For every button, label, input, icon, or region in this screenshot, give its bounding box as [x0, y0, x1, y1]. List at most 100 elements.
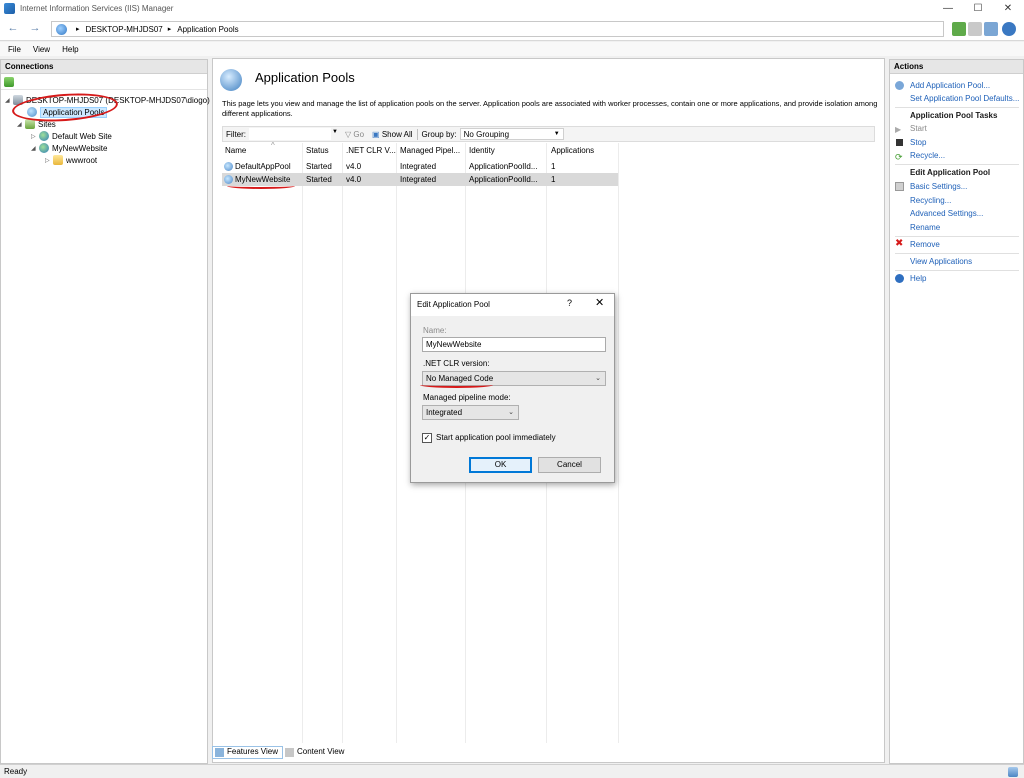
- chevron-down-icon: ⌄: [595, 375, 601, 382]
- menu-view[interactable]: View: [33, 45, 50, 54]
- disconnect-icon[interactable]: [968, 22, 982, 36]
- cancel-button[interactable]: Cancel: [538, 457, 601, 473]
- connections-toolbar: [1, 74, 207, 90]
- recycle-link[interactable]: ⟳ Recycle...: [890, 150, 1024, 162]
- help-dropdown-icon[interactable]: [1002, 22, 1016, 36]
- view-tabs: Features View Content View: [212, 745, 348, 759]
- collapse-arrow-icon[interactable]: ◢: [31, 145, 39, 152]
- help-link[interactable]: Help: [890, 273, 1024, 285]
- name-field[interactable]: MyNewWebsite: [422, 337, 606, 352]
- dropdown-arrow-icon[interactable]: ▼: [332, 129, 338, 135]
- table-row[interactable]: DefaultAppPool Started v4.0 Integrated A…: [222, 160, 618, 173]
- collapse-arrow-icon[interactable]: ◢: [5, 97, 13, 104]
- column-header-clr[interactable]: .NET CLR V...: [346, 143, 396, 159]
- set-defaults-link[interactable]: Set Application Pool Defaults...: [890, 93, 1024, 105]
- website-icon: [39, 143, 49, 153]
- group-by-select[interactable]: No Grouping ▼: [459, 128, 564, 140]
- show-all-icon: ▣: [372, 129, 382, 139]
- start-immediately-checkbox[interactable]: ✓: [422, 433, 432, 443]
- help-icon: [895, 274, 904, 283]
- add-app-pool-link[interactable]: Add Application Pool...: [890, 80, 1024, 92]
- content-view-icon: [285, 747, 294, 757]
- filter-bar: Filter: ▼ ▽ Go ▣ Show All Group by: No G…: [222, 126, 875, 142]
- dialog-title-bar: Edit Application Pool ? ✕: [411, 294, 614, 316]
- menu-help[interactable]: Help: [62, 45, 78, 54]
- remove-link[interactable]: ✖ Remove: [890, 238, 1024, 251]
- advanced-settings-link[interactable]: Advanced Settings...: [890, 208, 1024, 220]
- minimize-button[interactable]: —: [934, 0, 962, 17]
- globe-icon: [56, 23, 67, 35]
- back-button[interactable]: ←: [5, 21, 21, 37]
- pipeline-mode-label: Managed pipeline mode:: [423, 393, 511, 402]
- group-by-label: Group by:: [421, 129, 457, 139]
- expand-arrow-icon[interactable]: ▷: [45, 157, 53, 164]
- annotation-underline: [420, 382, 493, 388]
- column-header-identity[interactable]: Identity: [469, 143, 495, 159]
- stop-icon: [896, 139, 903, 146]
- collapse-arrow-icon[interactable]: ◢: [17, 121, 25, 128]
- dialog-close-button[interactable]: ✕: [595, 296, 604, 309]
- stop-link[interactable]: Stop: [890, 137, 1024, 149]
- settings-icon: [895, 182, 904, 191]
- address-bar: ← → ▸ DESKTOP-MHJDS07 ▸ Application Pool…: [0, 17, 1024, 41]
- sort-ascending-icon: ^: [271, 141, 275, 150]
- window-title: Internet Information Services (IIS) Mana…: [20, 4, 174, 13]
- dialog-title: Edit Application Pool: [417, 300, 490, 309]
- app-pool-tasks-heading: Application Pool Tasks: [910, 111, 998, 120]
- connections-panel: Connections ◢ DESKTOP-MHJDS07 (DESKTOP-M…: [0, 59, 210, 764]
- column-header-status[interactable]: Status: [306, 143, 329, 159]
- breadcrumb[interactable]: ▸ DESKTOP-MHJDS07 ▸ Application Pools: [51, 21, 944, 37]
- recycle-icon: ⟳: [895, 152, 903, 162]
- close-button[interactable]: ✕: [994, 0, 1022, 17]
- tab-content-view[interactable]: Content View: [283, 746, 348, 759]
- dialog-help-button[interactable]: ?: [567, 298, 572, 308]
- breadcrumb-app-pools[interactable]: Application Pools: [177, 25, 238, 34]
- app-pool-icon: [224, 162, 233, 172]
- app-pools-icon: [220, 69, 242, 91]
- column-header-name[interactable]: Name ^: [225, 141, 275, 159]
- view-applications-link[interactable]: View Applications: [890, 256, 1024, 268]
- column-header-pipeline[interactable]: Managed Pipel...: [400, 143, 460, 159]
- column-header-applications[interactable]: Applications: [551, 143, 594, 159]
- name-label: Name:: [423, 326, 447, 335]
- forward-button[interactable]: →: [27, 21, 43, 37]
- tree-my-new-website[interactable]: ◢ MyNewWebsite: [31, 142, 107, 154]
- show-all-button[interactable]: ▣ Show All: [372, 130, 412, 139]
- breadcrumb-separator-icon: ▸: [167, 26, 172, 33]
- expand-arrow-icon[interactable]: ▷: [31, 133, 39, 140]
- start-immediately-label: Start application pool immediately: [436, 433, 556, 442]
- new-connection-icon[interactable]: [4, 77, 14, 87]
- maximize-button[interactable]: ☐: [964, 0, 992, 17]
- pipeline-mode-select[interactable]: Integrated ⌄: [422, 405, 519, 420]
- status-icon: [1008, 767, 1018, 777]
- status-bar: Ready: [0, 764, 1024, 778]
- tree-default-web-site[interactable]: ▷ Default Web Site: [31, 130, 112, 142]
- page-title: Application Pools: [255, 70, 355, 85]
- actions-panel: Actions Add Application Pool... Set Appl…: [889, 59, 1024, 764]
- go-button[interactable]: ▽ Go: [345, 130, 364, 139]
- recycling-link[interactable]: Recycling...: [890, 195, 1024, 207]
- connections-header: Connections: [1, 60, 207, 74]
- annotation-underline: [227, 183, 295, 189]
- start-link[interactable]: ▶ Start: [890, 123, 1024, 135]
- tree-wwwroot[interactable]: ▷ wwwroot: [45, 154, 97, 166]
- ok-button[interactable]: OK: [469, 457, 532, 473]
- rename-link[interactable]: Rename: [890, 222, 1024, 234]
- chevron-down-icon: ⌄: [508, 409, 514, 416]
- add-pool-icon: [895, 81, 904, 90]
- filter-input[interactable]: ▼: [249, 128, 338, 140]
- folder-icon: [53, 155, 63, 165]
- status-text: Ready: [4, 767, 28, 776]
- iis-app-icon: [4, 3, 15, 14]
- basic-settings-link[interactable]: Basic Settings...: [890, 181, 1024, 193]
- home-icon[interactable]: [984, 22, 998, 36]
- page-description: This page lets you view and manage the l…: [222, 99, 878, 118]
- menu-file[interactable]: File: [8, 45, 21, 54]
- filter-label: Filter:: [226, 129, 246, 139]
- connect-icon[interactable]: [952, 22, 966, 36]
- website-icon: [39, 131, 49, 141]
- edit-app-pool-dialog: Edit Application Pool ? ✕ Name: MyNewWeb…: [410, 293, 615, 483]
- tab-features-view[interactable]: Features View: [212, 745, 283, 759]
- breadcrumb-server[interactable]: DESKTOP-MHJDS07: [86, 25, 163, 34]
- menu-bar: File View Help: [0, 42, 1024, 56]
